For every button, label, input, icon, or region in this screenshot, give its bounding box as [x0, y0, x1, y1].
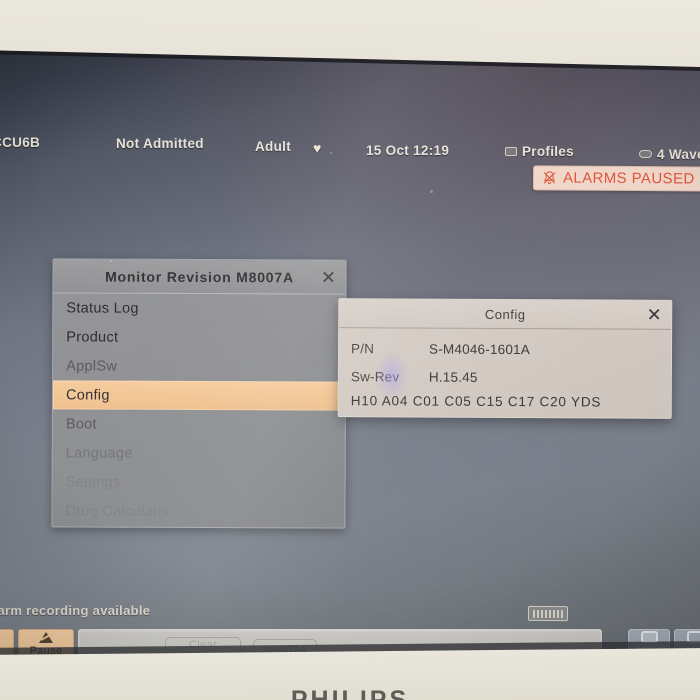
- config-dialog: Config ✕ P/N S-M4046-1601A Sw-Rev H.15.4…: [337, 298, 673, 419]
- config-label: Sw-Rev: [350, 368, 400, 384]
- status-badge-alarms-paused[interactable]: ALARMS PAUSED: [532, 165, 700, 192]
- waves-icon: [639, 150, 652, 159]
- profiles-button[interactable]: Profiles: [505, 144, 574, 159]
- recording-status-text: alarm recording available: [0, 603, 151, 618]
- menu-item-label: Drug Calculator: [65, 502, 171, 520]
- menu-item-label: Product: [66, 328, 119, 346]
- brand-logo: PHILIPS: [290, 686, 410, 700]
- menu-item-config[interactable]: Config: [52, 380, 346, 411]
- menu-item-label: Settings: [65, 473, 121, 491]
- dialog-titlebar: Config ✕: [339, 299, 672, 330]
- bed-label[interactable]: ICCU6B: [0, 135, 40, 150]
- heart-icon: ♥: [313, 140, 322, 156]
- pause-alarms-triangle-icon: [39, 631, 53, 643]
- menu-item-boot[interactable]: Boot: [53, 409, 345, 439]
- alarms-paused-label: ALARMS PAUSED: [562, 169, 695, 188]
- dust-speck: [330, 152, 332, 154]
- waves-button[interactable]: 4 Waves: [639, 147, 700, 162]
- waves-label: 4 Waves: [657, 147, 700, 162]
- config-value: S-M4046-1601A: [429, 341, 531, 357]
- config-body: P/N S-M4046-1601A Sw-Rev H.15.45 H10 A04…: [339, 328, 671, 410]
- menu-item-label: Status Log: [66, 299, 139, 317]
- monitor-revision-dialog: Monitor Revision M8007A ✕ Status Log Pro…: [51, 258, 347, 529]
- profiles-icon: [505, 146, 517, 156]
- menu-item-label: Boot: [65, 415, 97, 433]
- dialog-titlebar: Monitor Revision M8007A ✕: [53, 259, 346, 295]
- menu-item-label: Config: [65, 386, 110, 404]
- menu-item-applsw[interactable]: ApplSw: [53, 351, 345, 381]
- dialog-title: Monitor Revision M8007A: [105, 268, 294, 285]
- monitor-photograph: ICCU6B Not Admitted Adult ♥ 15 Oct 12:19…: [0, 0, 700, 700]
- menu-list: Status Log Product ApplSw Config Boot La…: [52, 293, 346, 526]
- monitor-screen: ICCU6B Not Admitted Adult ♥ 15 Oct 12:19…: [0, 40, 700, 658]
- config-label: P/N: [351, 340, 375, 356]
- menu-item-status-log[interactable]: Status Log: [53, 293, 345, 323]
- menu-item-label: Language: [65, 444, 133, 462]
- menu-item-language[interactable]: Language: [53, 438, 345, 468]
- profiles-label: Profiles: [522, 144, 574, 159]
- config-option-codes: H10 A04 C01 C05 C15 C17 C20 YDS: [350, 393, 602, 410]
- dust-speck: [430, 190, 433, 193]
- battery-indicator-icon: [527, 605, 569, 622]
- menu-item-drug-calculator[interactable]: Drug Calculator: [52, 496, 344, 526]
- dialog-title: Config: [484, 306, 526, 322]
- config-row-sw-rev: Sw-Rev H.15.45: [339, 362, 671, 392]
- config-value: H.15.45: [428, 369, 478, 385]
- menu-item-settings[interactable]: Settings: [53, 467, 345, 497]
- menu-item-label: ApplSw: [66, 357, 118, 375]
- alarm-bell-crossed-icon: [542, 170, 557, 185]
- admission-status[interactable]: Not Admitted: [116, 136, 204, 151]
- close-icon[interactable]: ✕: [317, 266, 339, 288]
- datetime-display: 15 Oct 12:19: [366, 143, 450, 158]
- menu-item-product[interactable]: Product: [53, 322, 345, 352]
- close-icon[interactable]: ✕: [643, 304, 665, 326]
- config-row-pn: P/N S-M4046-1601A: [339, 334, 671, 364]
- patient-category[interactable]: Adult: [255, 139, 291, 154]
